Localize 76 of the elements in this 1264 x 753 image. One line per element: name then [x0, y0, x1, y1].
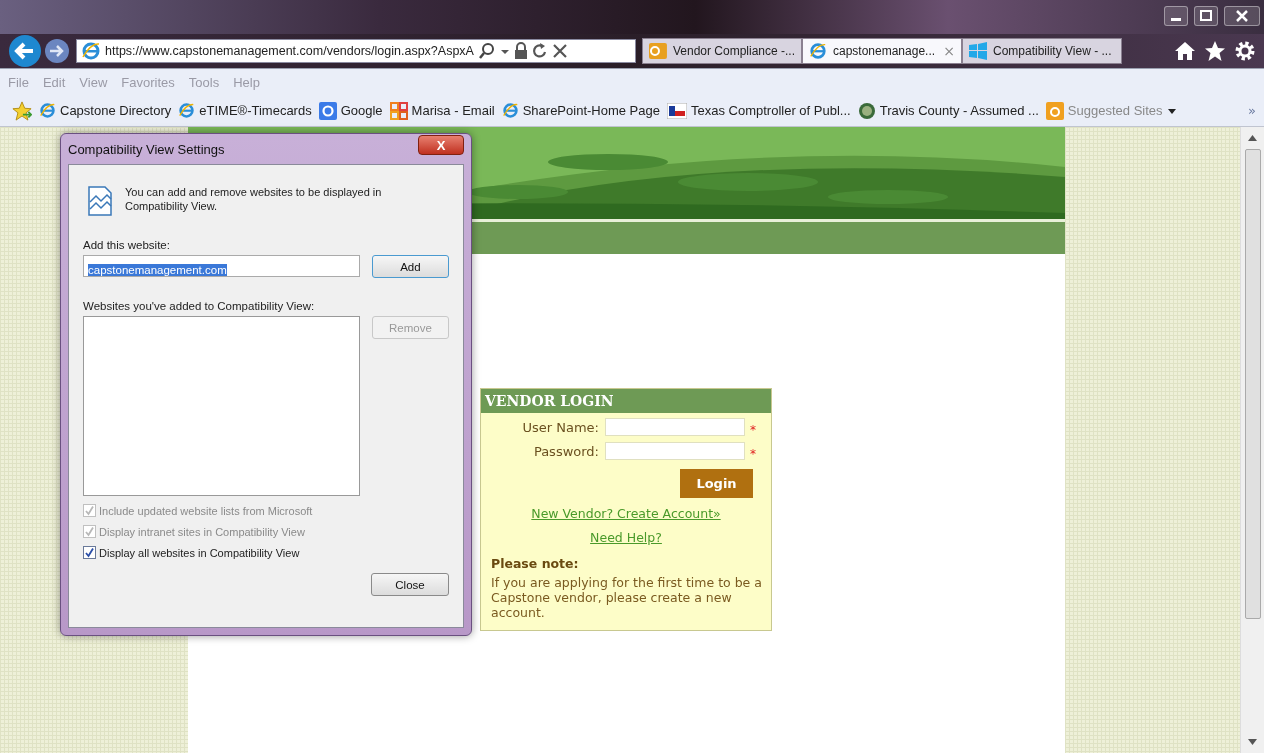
required-mark: *	[750, 423, 756, 437]
page-icon	[87, 185, 113, 217]
browser-logo-icon	[81, 41, 101, 61]
checkbox[interactable]	[83, 546, 96, 559]
lock-icon[interactable]	[513, 42, 528, 60]
dialog-message: You can add and remove websites to be displayed in Compatibility View.	[125, 185, 383, 215]
favorite-link[interactable]: Texas Comptroller of Publ...	[667, 102, 851, 119]
link[interactable]: New Vendor? Create Account»	[531, 506, 721, 521]
more-favorites-button[interactable]: »	[1248, 103, 1256, 118]
dialog-title: Compatibility View Settings	[68, 141, 225, 157]
menu-item[interactable]: Favorites	[121, 74, 175, 90]
close-button[interactable]: Close	[371, 573, 449, 596]
browser-logo-icon	[809, 42, 827, 60]
close-button[interactable]: X	[418, 135, 464, 155]
input-field[interactable]	[605, 418, 745, 436]
add-button[interactable]: Add	[371, 255, 449, 278]
checkbox-label: Display all websites in Compatibility View	[99, 546, 300, 559]
browser-tab[interactable]: capstonemanage... ×	[802, 38, 962, 64]
link[interactable]: Need Help?	[590, 530, 662, 545]
tab-label: capstonemanage...	[833, 44, 937, 58]
scrollbar[interactable]	[1240, 127, 1264, 753]
stop-icon[interactable]	[551, 42, 568, 60]
website-field[interactable]: capstonemanagement.com	[83, 255, 360, 277]
seal-icon	[857, 101, 876, 120]
close-icon[interactable]	[1224, 6, 1260, 26]
maximize-icon[interactable]	[1194, 6, 1218, 26]
menu-item[interactable]: View	[79, 74, 108, 90]
favorite-link[interactable]: Google	[318, 101, 383, 120]
favorite-link[interactable]: Suggested Sites	[1045, 101, 1177, 120]
menu-item[interactable]: Tools	[188, 74, 220, 90]
url-text: https://www.capstonemanagement.com/vendors/login.aspx?AspxA	[105, 44, 474, 58]
settings-icon[interactable]	[1234, 40, 1256, 62]
favorites-star-icon[interactable]	[12, 100, 32, 121]
scroll-down-icon[interactable]	[1248, 739, 1257, 745]
browser-logo-icon	[178, 102, 196, 119]
favorite-link[interactable]: eTIME®-Timecards	[178, 102, 312, 119]
input-field[interactable]	[605, 442, 745, 460]
suggested-sites-icon	[1045, 101, 1064, 120]
minimize-icon[interactable]	[1164, 6, 1188, 26]
field-label: Password:	[532, 443, 600, 459]
windows-logo-icon	[969, 42, 987, 60]
browser-logo-icon	[39, 102, 56, 119]
login-button[interactable]: Login	[680, 469, 753, 498]
tab-label: Compatibility View - ...	[993, 44, 1113, 58]
browser-tab[interactable]: Compatibility View - ...	[962, 38, 1122, 64]
checkbox-label: Display intranet sites in Compatibility View	[99, 525, 305, 538]
favorite-link[interactable]: SharePoint-Home Page	[501, 102, 660, 119]
tab-label: Vendor Compliance -...	[672, 44, 795, 58]
menu-item[interactable]: File	[8, 74, 29, 90]
address-bar[interactable]: https://www.capstonemanagement.com/vendors/login.aspx?AspxA	[76, 39, 636, 63]
note-text: If you are applying for the first time to be a Capstone vendor, please create a new account.	[491, 575, 763, 620]
favorite-link[interactable]: Marisa - Email	[389, 101, 495, 120]
forward-icon[interactable]	[44, 38, 70, 64]
back-icon[interactable]	[8, 34, 42, 68]
menu-item[interactable]: Edit	[42, 74, 66, 90]
flag-icon	[667, 102, 687, 119]
panel-title: VENDOR LOGIN	[481, 389, 771, 413]
favorite-link[interactable]: Travis County - Assumed ...	[857, 101, 1039, 120]
scroll-up-icon[interactable]	[1248, 135, 1257, 141]
star-icon[interactable]	[1204, 40, 1226, 62]
field-label: User Name:	[521, 419, 600, 435]
browser-logo-icon	[501, 102, 519, 119]
scroll-thumb[interactable]	[1244, 149, 1261, 619]
checkbox-label: Include updated website lists from Microsoft	[99, 504, 313, 517]
required-mark: *	[750, 447, 756, 461]
home-icon[interactable]	[1174, 40, 1196, 62]
note-title: Please note:	[491, 556, 580, 571]
favorite-link[interactable]: Capstone Directory	[39, 102, 172, 119]
refresh-icon[interactable]	[531, 42, 548, 60]
browser-tab[interactable]: Vendor Compliance -...	[642, 38, 802, 64]
field-label: Add this website:	[83, 239, 171, 251]
search-icon[interactable]	[477, 42, 496, 60]
grid-icon	[389, 101, 408, 120]
menu-item[interactable]: Help	[233, 74, 260, 90]
tab-close-button[interactable]: ×	[943, 43, 955, 59]
list-label: Websites you've added to Compatibility View:	[83, 300, 316, 312]
